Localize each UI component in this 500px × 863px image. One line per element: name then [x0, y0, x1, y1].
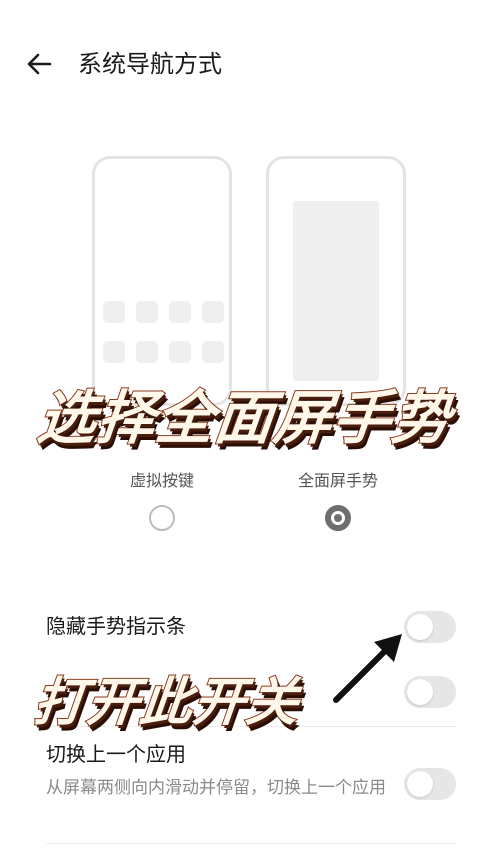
- setting-description: 从屏幕两侧向内滑动并停留，切换上一个应用: [46, 778, 386, 798]
- app-tile: [103, 301, 125, 323]
- app-tile: [202, 341, 224, 363]
- app-tile: [169, 341, 191, 363]
- caption-overlay-select: 选择全面屏手势: [33, 383, 455, 453]
- option-label-virtual-keys: 虚拟按键: [129, 471, 194, 490]
- caption-overlay-open-switch: 打开此开关: [30, 672, 303, 734]
- app-icon-grid: [103, 301, 227, 363]
- radio-fullscreen-gesture[interactable]: [325, 505, 351, 531]
- gesture-screen-area: [293, 201, 379, 381]
- radio-virtual-keys[interactable]: [149, 505, 175, 531]
- second-setting-toggle[interactable]: [404, 676, 456, 708]
- app-tile: [136, 341, 158, 363]
- toggle-knob: [407, 771, 433, 797]
- virtual-keys-preview[interactable]: [92, 156, 232, 406]
- pointer-arrow-icon: [333, 634, 402, 703]
- header: 系统导航方式: [0, 36, 500, 96]
- arrow-left-icon[interactable]: [22, 46, 58, 82]
- app-tile: [136, 301, 158, 323]
- hide-indicator-toggle[interactable]: [404, 611, 456, 643]
- setting-title: 隐藏手势指示条: [46, 614, 186, 638]
- toggle-knob: [407, 679, 433, 705]
- fullscreen-gesture-preview[interactable]: [266, 156, 406, 406]
- setting-title: 切换上一个应用: [46, 742, 186, 766]
- toggle-knob: [407, 614, 433, 640]
- divider: [46, 843, 456, 844]
- app-tile: [202, 301, 224, 323]
- switch-previous-app-toggle[interactable]: [404, 768, 456, 800]
- app-tile: [169, 301, 191, 323]
- app-tile: [103, 341, 125, 363]
- option-label-fullscreen-gesture: 全面屏手势: [297, 471, 378, 490]
- page-title: 系统导航方式: [78, 50, 222, 78]
